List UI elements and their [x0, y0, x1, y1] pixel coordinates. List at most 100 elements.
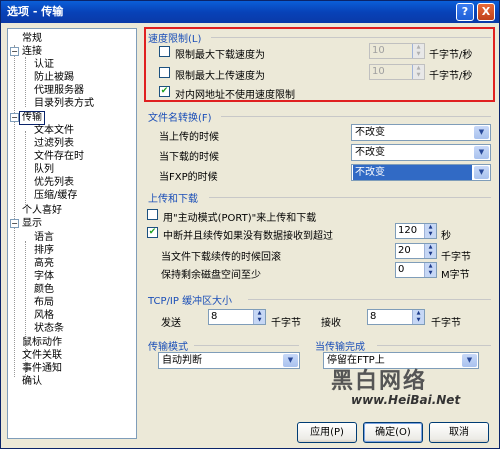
interrupt-resume-checkbox[interactable]: ✔: [147, 227, 158, 238]
recv-buffer-spinner[interactable]: 8 ▲ ▼: [367, 309, 425, 325]
max-download-spinner[interactable]: 10 ▲ ▼: [369, 43, 425, 59]
collapse-icon[interactable]: −: [10, 113, 19, 122]
max-upload-label: 限制最大上传速度为: [175, 71, 265, 82]
tree-item-confirm[interactable]: 确认: [22, 376, 42, 388]
tree-item-layout[interactable]: 布局: [34, 297, 54, 309]
spin-up-icon[interactable]: ▲: [412, 310, 424, 317]
spin-up-icon[interactable]: ▲: [412, 65, 424, 72]
spin-down-icon[interactable]: ▼: [412, 72, 424, 79]
max-upload-value: 10: [372, 66, 385, 77]
tree-item-compression[interactable]: 压缩/缓存: [34, 190, 77, 202]
tree-item-language[interactable]: 语言: [34, 232, 54, 244]
max-upload-checkbox[interactable]: [159, 67, 170, 78]
section-divider: [377, 345, 491, 346]
window-title: 选项 - 传输: [7, 5, 64, 18]
help-button[interactable]: ?: [456, 3, 474, 21]
tree-item-auth[interactable]: 认证: [34, 59, 54, 71]
watermark-url: www.HeiBai.Net: [351, 393, 461, 407]
rollback-spinner[interactable]: 20 ▲ ▼: [395, 243, 437, 259]
section-divider: [209, 197, 491, 198]
tree-item-connection[interactable]: 连接: [22, 46, 42, 58]
recv-buffer-value: 8: [370, 311, 377, 322]
upload-conversion-label: 当上传的时候: [159, 132, 219, 143]
watermark-logo: 黑白网络: [331, 368, 428, 394]
send-buffer-unit-label: 千字节: [271, 318, 301, 329]
chevron-down-icon[interactable]: ▼: [283, 354, 298, 367]
transfer-mode-title: 传输模式: [148, 342, 188, 353]
spin-up-icon[interactable]: ▲: [253, 310, 265, 317]
tree-item-preferences[interactable]: 个人喜好: [22, 205, 62, 217]
spin-down-icon[interactable]: ▼: [412, 317, 424, 324]
send-buffer-label: 发送: [161, 318, 181, 329]
spin-down-icon[interactable]: ▼: [424, 251, 436, 258]
tree-item-style[interactable]: 风格: [34, 310, 54, 322]
tree-item-file-assoc[interactable]: 文件关联: [22, 350, 62, 362]
spin-up-icon[interactable]: ▲: [424, 224, 436, 231]
recv-buffer-unit-label: 千字节: [431, 318, 461, 329]
tree-item-sorting[interactable]: 排序: [34, 245, 54, 257]
title-bar: 选项 - 传输 ? X: [1, 1, 499, 23]
max-download-checkbox[interactable]: [159, 46, 170, 57]
cancel-button[interactable]: 取消: [429, 422, 489, 443]
on-complete-title: 当传输完成: [315, 342, 365, 353]
send-buffer-value: 8: [211, 311, 218, 322]
tree-item-dir-listing[interactable]: 目录列表方式: [34, 98, 94, 110]
tree-item-general[interactable]: 常规: [22, 33, 42, 45]
upload-conversion-select[interactable]: 不改变 ▼: [351, 124, 491, 141]
apply-button[interactable]: 应用(P): [297, 422, 357, 443]
tree-connector: [14, 45, 15, 377]
tree-item-priority-list[interactable]: 优先列表: [34, 177, 74, 189]
transfer-mode-select[interactable]: 自动判断 ▼: [158, 352, 300, 369]
spin-up-icon[interactable]: ▲: [424, 263, 436, 270]
spin-up-icon[interactable]: ▲: [412, 44, 424, 51]
collapse-icon[interactable]: −: [10, 219, 19, 228]
collapse-icon[interactable]: −: [10, 47, 19, 56]
spin-down-icon[interactable]: ▼: [412, 51, 424, 58]
tree-item-file-exists[interactable]: 文件存在时: [34, 151, 84, 163]
send-buffer-spinner[interactable]: 8 ▲ ▼: [208, 309, 266, 325]
tree-item-filter-list[interactable]: 过滤列表: [34, 138, 74, 150]
tree-item-queue[interactable]: 队列: [34, 164, 54, 176]
active-mode-checkbox[interactable]: [147, 209, 158, 220]
tree-item-font[interactable]: 字体: [34, 271, 54, 283]
chevron-down-icon[interactable]: ▼: [474, 166, 489, 179]
tree-item-proxy[interactable]: 代理服务器: [34, 85, 84, 97]
tree-item-text-files[interactable]: 文本文件: [34, 125, 74, 137]
no-limit-intranet-checkbox[interactable]: ✔: [159, 86, 170, 97]
conversion-title: 文件名转换(F): [148, 113, 212, 124]
tree-item-transfer[interactable]: 传输: [19, 111, 45, 125]
download-conversion-select[interactable]: 不改变 ▼: [351, 144, 491, 161]
tree-item-highlight[interactable]: 高亮: [34, 258, 54, 270]
ok-button[interactable]: 确定(O): [363, 422, 423, 443]
tree-item-colors[interactable]: 颜色: [34, 284, 54, 296]
reserve-space-spinner[interactable]: 0 ▲ ▼: [395, 262, 437, 278]
upload-unit-label: 千字节/秒: [429, 71, 473, 82]
tree-item-display[interactable]: 显示: [22, 218, 42, 230]
reserve-space-unit-label: M字节: [441, 270, 470, 281]
fxp-conversion-value: 不改变: [353, 165, 472, 180]
tree-item-statusbar[interactable]: 状态条: [34, 323, 64, 335]
tree-item-mouse[interactable]: 鼠标动作: [22, 337, 62, 349]
fxp-conversion-select[interactable]: 不改变 ▼: [351, 164, 491, 181]
tree-item-events[interactable]: 事件通知: [22, 363, 62, 375]
section-divider: [248, 299, 491, 300]
max-upload-spinner[interactable]: 10 ▲ ▼: [369, 64, 425, 80]
transfer-title: 上传和下载: [148, 194, 198, 205]
transfer-mode-value: 自动判断: [162, 355, 202, 366]
spin-up-icon[interactable]: ▲: [424, 244, 436, 251]
download-unit-label: 千字节/秒: [429, 50, 473, 61]
tree-connector: [25, 57, 26, 107]
tree-connector: [25, 131, 26, 205]
section-divider: [194, 345, 299, 346]
chevron-down-icon[interactable]: ▼: [474, 126, 489, 139]
spin-down-icon[interactable]: ▼: [424, 231, 436, 238]
spin-down-icon[interactable]: ▼: [253, 317, 265, 324]
options-tree[interactable]: 常规 − 连接 认证 防止被踢 代理服务器 目录列表方式 − 传输 文本文件 过…: [7, 28, 137, 439]
interrupt-seconds-spinner[interactable]: 120 ▲ ▼: [395, 223, 437, 239]
buffer-title: TCP/IP 缓冲区大小: [148, 296, 233, 307]
chevron-down-icon[interactable]: ▼: [474, 146, 489, 159]
no-limit-intranet-label: 对内网地址不使用速度限制: [175, 90, 295, 101]
close-button[interactable]: X: [477, 3, 495, 21]
spin-down-icon[interactable]: ▼: [424, 270, 436, 277]
tree-item-anti-idle[interactable]: 防止被踢: [34, 72, 74, 84]
